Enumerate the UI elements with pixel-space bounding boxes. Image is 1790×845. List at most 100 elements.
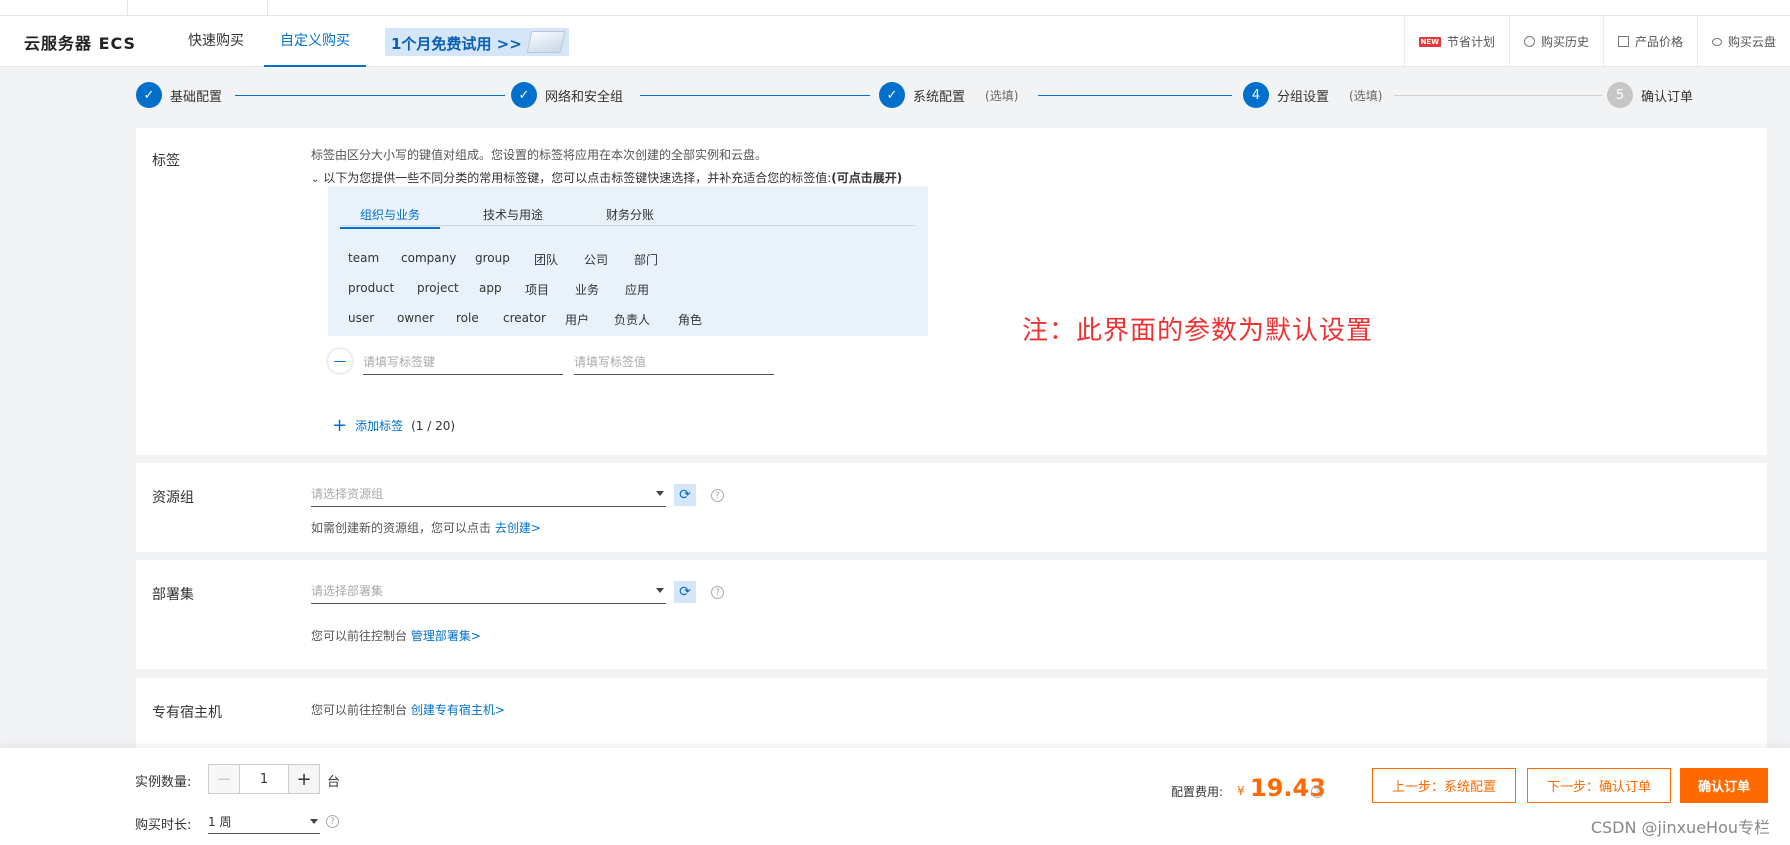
purchase-history-link[interactable]: 购买历史 — [1508, 16, 1603, 67]
tag-category-tabs: 组织与业务 技术与用途 财务分账 — [340, 198, 915, 229]
top-strip-segment — [0, 0, 128, 15]
instance-count-value[interactable]: 1 — [239, 765, 289, 793]
top-strip-segment — [128, 0, 268, 15]
manage-deployment-set-link[interactable]: 管理部署集> — [411, 629, 481, 643]
tag-value-input[interactable] — [574, 349, 774, 375]
header: 云服务器 ECS 快速购买 自定义购买 1个月免费试用 >> NEW 节省计划 购… — [0, 16, 1790, 67]
remove-tag-button[interactable]: — — [328, 349, 352, 373]
step-confirm-order[interactable]: 5 确认订单 — [1607, 82, 1693, 108]
refresh-button[interactable]: ⟳ — [674, 484, 696, 506]
help-icon[interactable]: ? — [326, 815, 339, 828]
step-basic-config[interactable]: ✓ 基础配置 — [136, 82, 222, 108]
caret-down-icon — [310, 819, 318, 824]
tag-key-input[interactable] — [363, 349, 563, 375]
duration-select[interactable]: 1 周 — [208, 810, 320, 834]
free-trial-banner[interactable]: 1个月免费试用 >> — [385, 28, 569, 56]
link-label: 购买历史 — [1540, 35, 1589, 49]
instance-count-stepper: − 1 + — [208, 764, 320, 794]
active-tab-underline — [264, 65, 366, 67]
tag-key-chip[interactable]: 公司 — [584, 251, 608, 268]
step-optional: (选填) — [985, 88, 1019, 103]
product-price-link[interactable]: 产品价格 — [1602, 16, 1697, 67]
step-number: 4 — [1243, 82, 1269, 108]
step-label: 分组设置 — [1277, 89, 1330, 105]
tab-finance-billing[interactable]: 财务分账 — [606, 206, 654, 223]
product-logo: 云服务器 ECS — [24, 34, 137, 53]
hint-text: 如需创建新的资源组，您可以点击 — [311, 521, 492, 535]
gift-box-icon — [526, 31, 566, 53]
fee-label: 配置费用: — [1171, 785, 1224, 799]
decrement-button[interactable]: − — [209, 765, 239, 793]
buy-cloud-disk-link[interactable]: 购买云盘 — [1696, 16, 1790, 67]
create-dedicated-host-link[interactable]: 创建专有宿主机> — [411, 703, 505, 717]
instance-count-label: 实例数量: — [135, 775, 192, 790]
hint-text: 您可以前往控制台 — [311, 703, 408, 717]
step-system-config[interactable]: ✓ 系统配置 (选填) — [879, 82, 1018, 108]
link-label: 产品价格 — [1634, 35, 1683, 49]
tag-key-chip[interactable]: app — [479, 281, 502, 295]
tag-key-chip[interactable]: user — [348, 311, 374, 325]
tag-key-chip[interactable]: 应用 — [625, 281, 649, 298]
tab-org-business[interactable]: 组织与业务 — [340, 206, 441, 229]
tag-key-chip[interactable]: company — [401, 251, 456, 265]
add-tag-label: 添加标签 — [355, 419, 404, 433]
tag-suggestion-box: 组织与业务 技术与用途 财务分账 team company group 团队 公… — [328, 186, 928, 336]
create-resource-group-link[interactable]: 去创建> — [495, 521, 541, 535]
tag-suggestion-toggle[interactable]: ⌄ 以下为您提供一些不同分类的常用标签键，您可以点击标签键快速选择，并补充适合您… — [311, 169, 902, 186]
step-connector — [640, 95, 870, 96]
tag-key-chip[interactable]: owner — [397, 311, 434, 325]
annotation-note: 注：此界面的参数为默认设置 — [1022, 316, 1374, 346]
cloud-disk-icon — [1711, 37, 1722, 46]
tab-quick-buy[interactable]: 快速购买 — [188, 16, 244, 67]
refresh-button[interactable]: ⟳ — [674, 581, 696, 603]
tag-key-chip[interactable]: 业务 — [575, 281, 599, 298]
active-tab-underline — [340, 227, 441, 229]
resource-group-select[interactable]: 请选择资源组 — [311, 481, 666, 507]
help-icon[interactable]: ? — [1311, 785, 1324, 798]
tag-key-chip[interactable]: 部门 — [634, 251, 658, 268]
order-footer: 实例数量: − 1 + 台 购买时长: 1 周 ? 配置费用: ¥ 19.43 … — [0, 748, 1790, 845]
new-badge-icon: NEW — [1418, 36, 1441, 47]
minus-icon: − — [216, 768, 232, 790]
hint-text: 您可以前往控制台 — [311, 629, 408, 643]
plus-icon: + — [296, 768, 312, 790]
help-icon[interactable]: ? — [711, 586, 724, 599]
tag-key-chip[interactable]: role — [456, 311, 479, 325]
prev-step-button[interactable]: 上一步：系统配置 — [1372, 768, 1516, 803]
tag-key-chip[interactable]: creator — [503, 311, 546, 325]
step-network-security[interactable]: ✓ 网络和安全组 — [511, 82, 623, 108]
deployment-set-select[interactable]: 请选择部署集 — [311, 578, 666, 604]
savings-plan-link[interactable]: NEW 节省计划 — [1403, 16, 1509, 67]
deployment-set-hint: 您可以前往控制台 管理部署集> — [311, 627, 481, 644]
check-icon: ✓ — [136, 82, 162, 108]
tag-key-chip[interactable]: 项目 — [525, 281, 549, 298]
link-label: 节省计划 — [1446, 35, 1495, 49]
tag-key-chip[interactable]: 团队 — [534, 251, 558, 268]
tag-key-chip[interactable]: product — [348, 281, 394, 295]
duration-label: 购买时长: — [135, 818, 192, 833]
increment-button[interactable]: + — [289, 765, 319, 793]
tab-label: 技术与用途 — [483, 208, 544, 222]
suggestion-expand-hint: (可点击展开) — [831, 171, 903, 185]
next-step-button[interactable]: 下一步：确认订单 — [1527, 768, 1671, 803]
tag-key-chip[interactable]: 用户 — [565, 311, 589, 328]
refresh-icon: ⟳ — [679, 584, 691, 600]
tag-key-chip[interactable]: 角色 — [678, 311, 702, 328]
tab-custom-buy[interactable]: 自定义购买 — [264, 16, 366, 67]
step-group-settings[interactable]: 4 分组设置 (选填) — [1243, 82, 1382, 108]
tab-label: 快速购买 — [188, 33, 244, 49]
tab-tech-usage[interactable]: 技术与用途 — [483, 206, 543, 223]
tag-key-chip[interactable]: project — [417, 281, 459, 295]
resource-group-panel: 资源组 请选择资源组 ⟳ ? 如需创建新的资源组，您可以点击 去创建> — [136, 463, 1767, 552]
tag-key-chip[interactable]: team — [348, 251, 379, 265]
tag-key-chip[interactable]: 负责人 — [614, 311, 650, 328]
tab-label: 自定义购买 — [280, 33, 350, 49]
select-placeholder: 请选择资源组 — [311, 487, 384, 501]
chevron-down-icon: ⌄ — [311, 174, 320, 185]
tag-key-chip[interactable]: group — [475, 251, 510, 265]
confirm-order-button[interactable]: 确认订单 — [1680, 768, 1768, 803]
help-icon[interactable]: ? — [711, 489, 724, 502]
check-icon: ✓ — [879, 82, 905, 108]
add-tag-button[interactable]: + 添加标签 (1 / 20) — [332, 415, 455, 436]
link-label: 购买云盘 — [1727, 35, 1776, 49]
